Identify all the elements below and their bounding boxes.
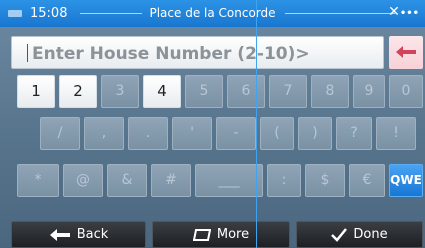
key-ampersand: & (107, 164, 147, 197)
key-comma: , (84, 117, 124, 150)
back-button[interactable]: Back (11, 221, 146, 248)
backspace-button[interactable] (389, 36, 423, 69)
key-asterisk: * (17, 164, 59, 197)
text-caret (27, 44, 28, 62)
back-label: Back (76, 227, 109, 242)
status-divider-right (285, 13, 395, 14)
key-open-paren: ( (260, 117, 294, 150)
back-arrow-icon (49, 228, 70, 241)
more-button[interactable]: More (152, 221, 290, 248)
backspace-arrow-icon (396, 46, 416, 58)
key-exclamation: ! (376, 117, 416, 150)
gps-x-icon: ✕••• (388, 4, 419, 20)
done-button[interactable]: Done (296, 221, 423, 248)
key-0: 0 (389, 75, 423, 108)
house-number-input[interactable]: Enter House Number (2-10)> (11, 36, 384, 69)
key-3: 3 (101, 75, 139, 108)
more-label: More (216, 227, 250, 242)
key-space: ___ (195, 164, 263, 197)
key-apostrophe: ' (172, 117, 212, 150)
key-at: @ (63, 164, 103, 197)
key-2[interactable]: 2 (59, 75, 97, 108)
key-colon: : (267, 164, 301, 197)
key-dollar: $ (305, 164, 345, 197)
key-4[interactable]: 4 (143, 75, 181, 108)
key-9: 9 (353, 75, 385, 108)
key-close-paren: ) (298, 117, 332, 150)
more-icon (192, 228, 211, 241)
key-euro: € (349, 164, 385, 197)
app-screen: 15:08 Place de la Concorde ✕••• Enter Ho… (0, 0, 425, 248)
qwe-layout-button[interactable]: QWE (389, 164, 423, 197)
key-hyphen: - (216, 117, 256, 150)
key-8: 8 (311, 75, 349, 108)
key-question: ? (336, 117, 372, 150)
vertical-guide-line (256, 0, 257, 248)
key-5: 5 (185, 75, 223, 108)
input-placeholder: Enter House Number (2-10)> (32, 44, 310, 64)
key-6: 6 (227, 75, 265, 108)
checkmark-icon (331, 227, 348, 242)
key-period: . (128, 117, 168, 150)
key-1[interactable]: 1 (17, 75, 55, 108)
done-label: Done (353, 227, 388, 242)
status-bar: 15:08 Place de la Concorde ✕••• (0, 0, 425, 27)
key-7: 7 (269, 75, 307, 108)
key-slash: / (40, 117, 80, 150)
key-hash: # (151, 164, 191, 197)
